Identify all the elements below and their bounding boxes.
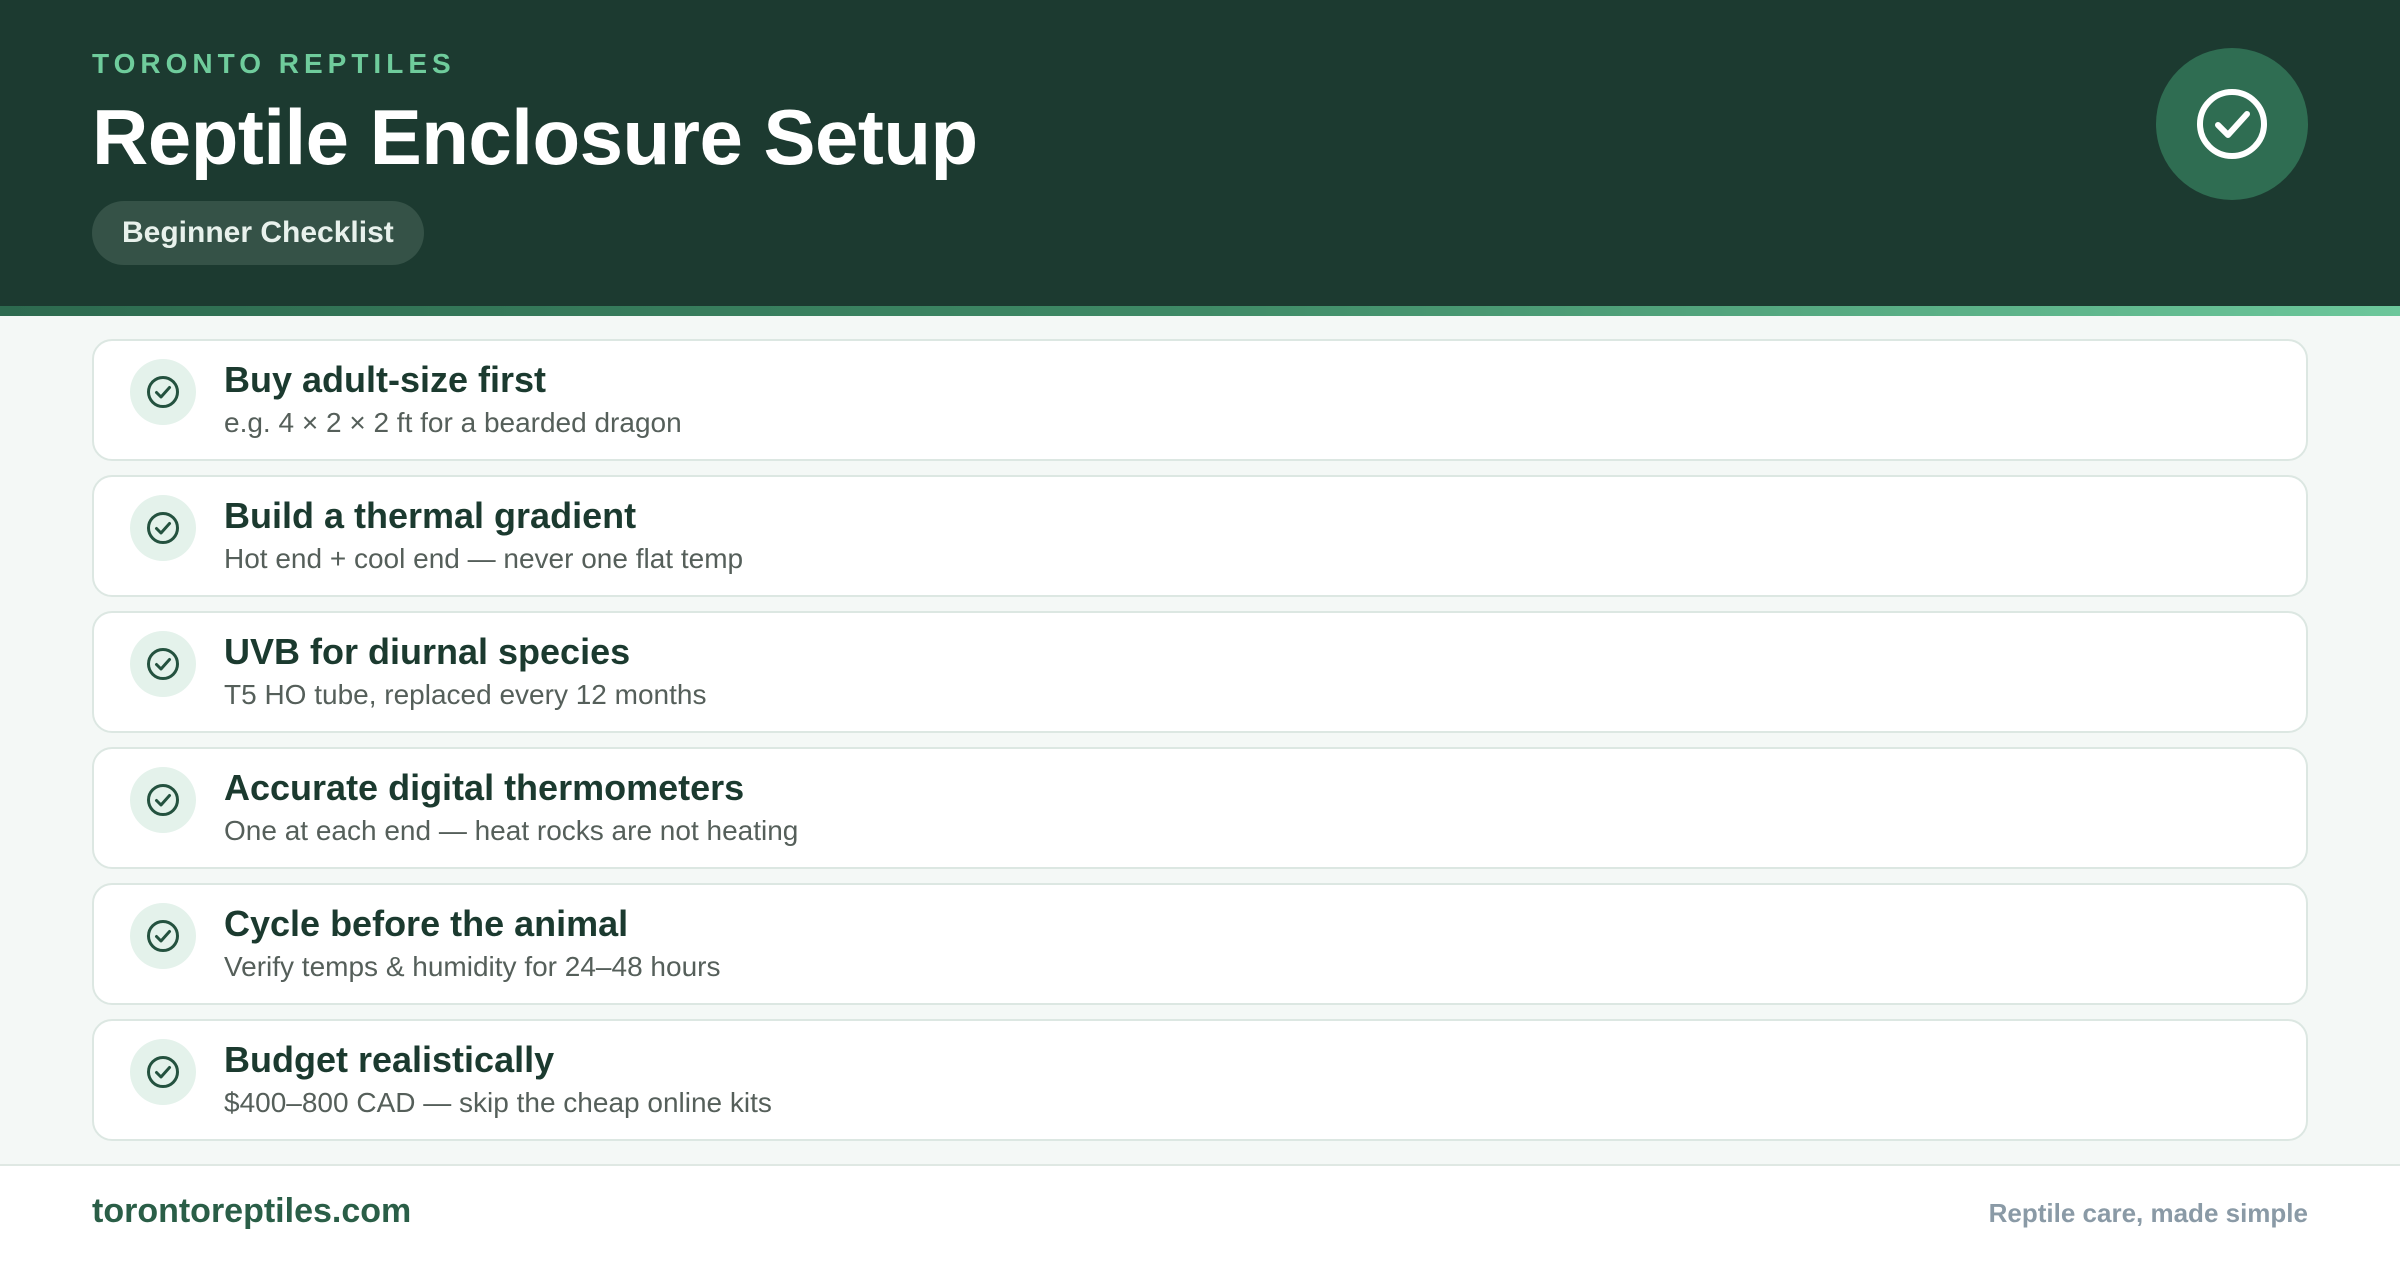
checklist-item-title: UVB for diurnal species [224, 631, 631, 672]
footer: torontoreptiles.com Reptile care, made s… [0, 1164, 2400, 1262]
brand-name: TORONTO REPTILES [92, 48, 456, 79]
check-icon-badge [130, 631, 196, 697]
checklist-item-description: One at each end — heat rocks are not hea… [224, 815, 799, 846]
checklist-item: Budget realistically $400–800 CAD — skip… [92, 1019, 2308, 1141]
check-circle-icon [147, 1056, 179, 1088]
check-circle-icon [147, 920, 179, 952]
header: TORONTO REPTILES Reptile Enclosure Setup… [0, 0, 2400, 306]
checklist-item-title: Build a thermal gradient [224, 495, 637, 536]
checklist-item: UVB for diurnal species T5 HO tube, repl… [92, 611, 2308, 733]
footer-site-link[interactable]: torontoreptiles.com [92, 1192, 411, 1231]
checklist-item: Cycle before the animal Verify temps & h… [92, 883, 2308, 1005]
checklist-item: Build a thermal gradient Hot end + cool … [92, 475, 2308, 597]
checklist-item: Buy adult-size first e.g. 4 × 2 × 2 ft f… [92, 339, 2308, 461]
check-circle-icon [2197, 89, 2267, 159]
check-icon-badge [130, 903, 196, 969]
footer-tagline: Reptile care, made simple [1988, 1198, 2308, 1228]
checklist-item-description: $400–800 CAD — skip the cheap online kit… [224, 1087, 772, 1118]
check-icon-badge [130, 359, 196, 425]
subtitle-badge: Beginner Checklist [92, 201, 424, 265]
check-circle-icon [147, 784, 179, 816]
check-icon-badge [130, 767, 196, 833]
checklist: Buy adult-size first e.g. 4 × 2 × 2 ft f… [92, 339, 2308, 1155]
checklist-item-title: Cycle before the animal [224, 903, 629, 944]
checklist-item: Accurate digital thermometers One at eac… [92, 747, 2308, 869]
checklist-item-description: Verify temps & humidity for 24–48 hours [224, 951, 721, 982]
check-icon-badge [130, 1039, 196, 1105]
checklist-item-description: T5 HO tube, replaced every 12 months [224, 679, 707, 710]
page-title: Reptile Enclosure Setup [92, 93, 978, 181]
check-badge [2156, 48, 2308, 200]
checklist-item-description: e.g. 4 × 2 × 2 ft for a bearded dragon [224, 407, 682, 438]
check-icon-badge [130, 495, 196, 561]
check-circle-icon [147, 648, 179, 680]
checklist-item-title: Buy adult-size first [224, 359, 547, 400]
checklist-item-title: Budget realistically [224, 1039, 555, 1080]
check-circle-icon [147, 512, 179, 544]
checklist-item-title: Accurate digital thermometers [224, 767, 745, 808]
header-accent-stripe [0, 306, 2400, 316]
check-circle-icon [147, 376, 179, 408]
checklist-item-description: Hot end + cool end — never one flat temp [224, 543, 744, 574]
